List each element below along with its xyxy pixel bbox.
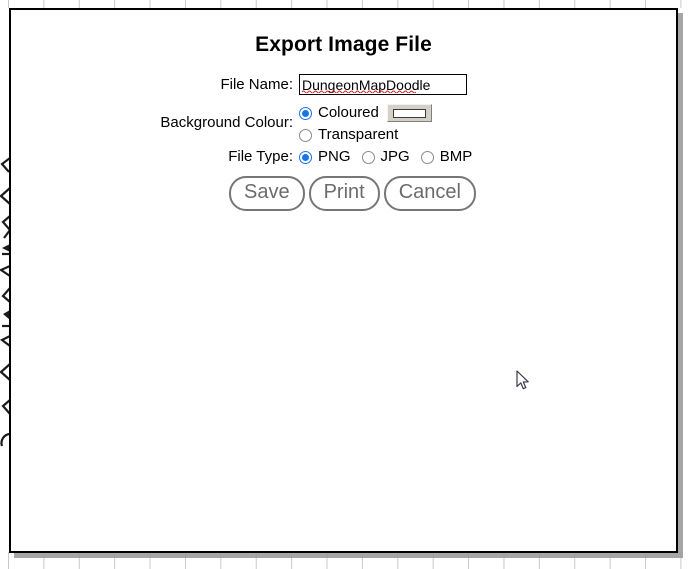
background-colour-option-transparent[interactable]: Transparent bbox=[299, 125, 432, 145]
colour-swatch-preview bbox=[392, 108, 426, 118]
file-type-option-bmp-label: BMP bbox=[439, 148, 473, 165]
radio-unselected-icon[interactable] bbox=[420, 150, 434, 164]
radio-selected-icon[interactable] bbox=[299, 150, 312, 164]
file-name-input[interactable] bbox=[299, 74, 467, 95]
print-button[interactable]: Print bbox=[308, 176, 380, 211]
file-name-input-wrapper bbox=[299, 74, 467, 95]
file-type-option-bmp[interactable]: BMP bbox=[420, 147, 473, 167]
background-colour-row: Background Colour: Coloured Transparent bbox=[11, 103, 676, 145]
file-type-option-png-label: PNG bbox=[318, 148, 351, 165]
background-colour-radio-group: Coloured Transparent bbox=[299, 103, 432, 145]
dialog-button-row: Save Print Cancel bbox=[11, 176, 676, 211]
file-type-option-jpg[interactable]: JPG bbox=[361, 147, 410, 167]
save-button[interactable]: Save bbox=[229, 176, 305, 211]
radio-unselected-icon[interactable] bbox=[361, 150, 375, 164]
file-type-option-png[interactable]: PNG bbox=[299, 147, 351, 167]
background-colour-label: Background Colour: bbox=[160, 114, 293, 131]
file-name-label: File Name: bbox=[220, 76, 293, 93]
file-type-label: File Type: bbox=[228, 148, 293, 165]
cancel-button[interactable]: Cancel bbox=[383, 176, 476, 211]
export-form: File Name: Background Colour: Coloured bbox=[11, 74, 676, 211]
background-colour-control: Coloured Transparent bbox=[299, 103, 432, 145]
background-colour-option-coloured-label: Coloured bbox=[318, 104, 379, 121]
radio-unselected-icon[interactable] bbox=[299, 128, 312, 142]
background-colour-option-transparent-label: Transparent bbox=[318, 126, 399, 143]
file-name-control bbox=[299, 74, 467, 95]
file-type-control: PNG JPG BMP bbox=[299, 147, 472, 167]
colour-swatch-button[interactable] bbox=[386, 104, 432, 122]
file-type-radio-group: PNG JPG BMP bbox=[299, 147, 472, 167]
dialog-title: Export Image File bbox=[255, 33, 432, 56]
canvas-grid-bottom bbox=[0, 552, 691, 569]
radio-selected-icon[interactable] bbox=[299, 106, 312, 120]
canvas-grid-top bbox=[0, 0, 691, 8]
file-type-row: File Type: PNG JPG BMP bbox=[11, 147, 676, 167]
background-colour-option-coloured[interactable]: Coloured bbox=[299, 103, 432, 123]
file-type-option-jpg-label: JPG bbox=[380, 148, 410, 165]
export-image-file-dialog: Export Image File File Name: Background … bbox=[9, 8, 678, 553]
file-name-row: File Name: bbox=[11, 74, 676, 96]
